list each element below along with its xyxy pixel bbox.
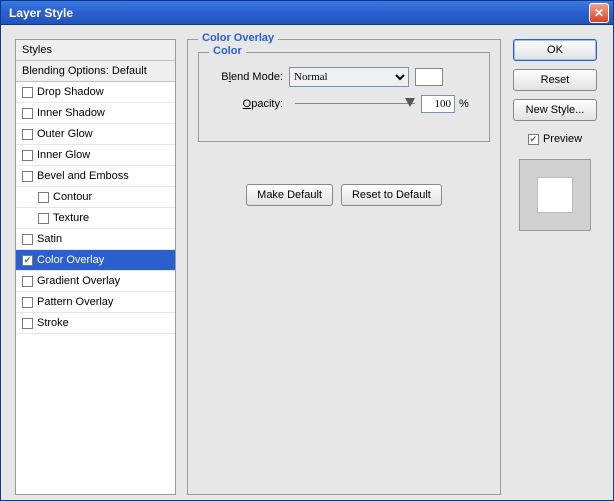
- style-item-label: Pattern Overlay: [37, 296, 113, 308]
- style-item-outer-glow[interactable]: Outer Glow: [16, 124, 175, 145]
- checkbox-icon[interactable]: [22, 108, 33, 119]
- style-item-label: Satin: [37, 233, 62, 245]
- panel-title: Color Overlay: [198, 32, 278, 44]
- style-item-label: Contour: [53, 191, 92, 203]
- preview-thumbnail: [519, 159, 591, 231]
- titlebar: Layer Style ✕: [1, 1, 613, 25]
- color-group-title: Color: [209, 45, 246, 57]
- style-item-stroke[interactable]: Stroke: [16, 313, 175, 334]
- style-item-label: Inner Glow: [37, 149, 90, 161]
- opacity-unit: %: [459, 98, 469, 110]
- close-button[interactable]: ✕: [589, 3, 609, 23]
- preview-checkbox[interactable]: ✔ Preview: [528, 133, 582, 145]
- close-icon: ✕: [594, 6, 604, 20]
- style-item-drop-shadow[interactable]: Drop Shadow: [16, 82, 175, 103]
- blend-mode-select[interactable]: Normal: [289, 67, 409, 87]
- checkbox-icon[interactable]: [22, 150, 33, 161]
- opacity-input[interactable]: [421, 95, 455, 113]
- color-swatch[interactable]: [415, 68, 443, 86]
- make-default-button[interactable]: Make Default: [246, 184, 333, 206]
- style-item-bevel-and-emboss[interactable]: Bevel and Emboss: [16, 166, 175, 187]
- style-item-label: Outer Glow: [37, 128, 93, 140]
- style-item-label: Drop Shadow: [37, 86, 104, 98]
- style-item-label: Inner Shadow: [37, 107, 105, 119]
- preview-label: Preview: [543, 133, 582, 145]
- reset-to-default-button[interactable]: Reset to Default: [341, 184, 442, 206]
- ok-button[interactable]: OK: [513, 39, 597, 61]
- blending-options-item[interactable]: Blending Options: Default: [16, 61, 175, 82]
- checkbox-icon[interactable]: [38, 192, 49, 203]
- style-item-color-overlay[interactable]: ✔ Color Overlay: [16, 250, 175, 271]
- style-item-gradient-overlay[interactable]: Gradient Overlay: [16, 271, 175, 292]
- style-item-pattern-overlay[interactable]: Pattern Overlay: [16, 292, 175, 313]
- reset-button[interactable]: Reset: [513, 69, 597, 91]
- style-item-label: Color Overlay: [37, 254, 104, 266]
- styles-heading[interactable]: Styles: [16, 40, 175, 61]
- opacity-slider[interactable]: [295, 97, 415, 111]
- opacity-label: Opacity:: [209, 98, 289, 110]
- window-title: Layer Style: [9, 6, 589, 20]
- new-style-button[interactable]: New Style...: [513, 99, 597, 121]
- checkbox-icon[interactable]: [22, 171, 33, 182]
- preview-swatch: [537, 177, 573, 213]
- checkbox-icon[interactable]: [22, 297, 33, 308]
- checkbox-icon: ✔: [528, 134, 539, 145]
- checkbox-icon[interactable]: [22, 234, 33, 245]
- checkbox-icon[interactable]: ✔: [22, 255, 33, 266]
- style-item-satin[interactable]: Satin: [16, 229, 175, 250]
- checkbox-icon[interactable]: [22, 87, 33, 98]
- slider-thumb-icon: [405, 98, 415, 107]
- style-item-contour[interactable]: Contour: [16, 187, 175, 208]
- right-column: OK Reset New Style... ✔ Preview: [511, 39, 599, 231]
- checkbox-icon[interactable]: [22, 129, 33, 140]
- blend-mode-label: Blend Mode:: [209, 71, 289, 83]
- style-item-inner-glow[interactable]: Inner Glow: [16, 145, 175, 166]
- style-item-inner-shadow[interactable]: Inner Shadow: [16, 103, 175, 124]
- style-item-label: Texture: [53, 212, 89, 224]
- styles-list: Styles Blending Options: Default Drop Sh…: [15, 39, 176, 495]
- style-item-texture[interactable]: Texture: [16, 208, 175, 229]
- style-item-label: Stroke: [37, 317, 69, 329]
- style-item-label: Bevel and Emboss: [37, 170, 129, 182]
- layer-style-dialog: Layer Style ✕ Styles Blending Options: D…: [0, 0, 614, 501]
- effect-panel: Color Overlay Color Blend Mode: Normal O…: [187, 39, 501, 495]
- checkbox-icon[interactable]: [22, 276, 33, 287]
- checkbox-icon[interactable]: [22, 318, 33, 329]
- color-group: Color Blend Mode: Normal Opacity: %: [198, 52, 490, 142]
- style-item-label: Gradient Overlay: [37, 275, 120, 287]
- checkbox-icon[interactable]: [38, 213, 49, 224]
